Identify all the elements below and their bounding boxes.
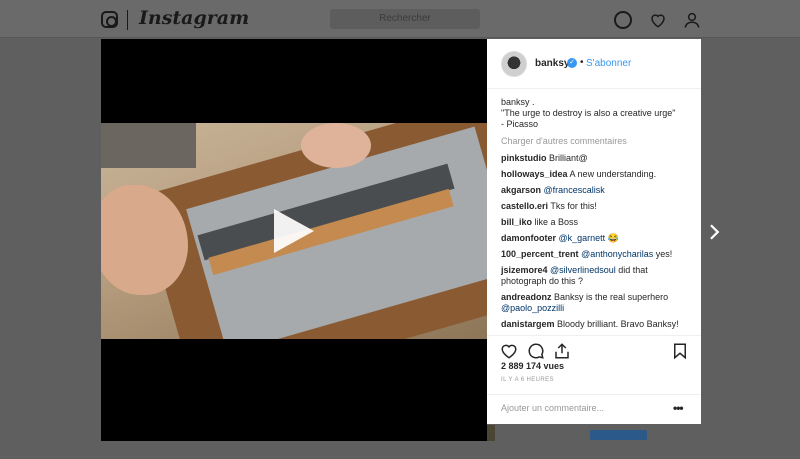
search-input: Rechercher: [330, 9, 480, 29]
avatar[interactable]: [501, 51, 527, 77]
machine: [101, 123, 196, 168]
comment-item: bill_iko like a Boss: [501, 217, 693, 228]
comment-mention[interactable]: @anthonycharilas: [581, 249, 653, 259]
comment-user[interactable]: akgarson: [501, 185, 541, 195]
hand-right: [301, 123, 371, 168]
separator-dot: •: [580, 57, 584, 68]
comment-item: akgarson @francescalisk: [501, 185, 693, 196]
caption-user[interactable]: banksy .: [501, 97, 693, 108]
comment-user[interactable]: jsizemore4: [501, 265, 548, 275]
comment-item: danistargem Bloody brilliant. Bravo Bank…: [501, 319, 693, 330]
heart-icon: [651, 14, 665, 28]
post-caption: banksy . "The urge to destroy is also a …: [501, 97, 693, 130]
follow-button[interactable]: S'abonner: [586, 58, 631, 69]
comment-text: Bloody brilliant. Bravo Banksy!: [557, 319, 679, 329]
add-comment-bar: •••: [487, 394, 701, 424]
header-divider: [127, 10, 128, 30]
share-icon[interactable]: [553, 342, 571, 360]
profile-icon: [684, 12, 700, 28]
post-username[interactable]: banksy: [535, 58, 569, 69]
more-options-icon[interactable]: •••: [673, 401, 684, 415]
comment-user[interactable]: bill_iko: [501, 217, 532, 227]
comment-item: castello.eri Tks for this!: [501, 201, 693, 212]
view-count: 2 889 174 vues: [501, 361, 565, 371]
play-icon[interactable]: [274, 209, 314, 253]
comment-mention[interactable]: @paolo_pozzilli: [501, 303, 564, 313]
comment-text: yes!: [655, 249, 673, 259]
verified-icon: ✓: [567, 58, 577, 68]
comment-item: andreadonz Banksy is the real superhero @…: [501, 292, 693, 314]
comment-text: like a Boss: [534, 217, 579, 227]
comments-list: banksy . "The urge to destroy is also a …: [501, 97, 693, 335]
caption-line-2: - Picasso: [501, 119, 539, 129]
instagram-wordmark: Instagram: [139, 7, 250, 29]
comment-item: 100_percent_trent @anthonycharilas yes!: [501, 249, 693, 260]
post-panel: banksy ✓ • S'abonner banksy . "The urge …: [487, 39, 701, 424]
comment-text: Banksy is the real superhero: [554, 292, 669, 302]
comment-text: Brilliant@: [549, 153, 588, 163]
comment-user[interactable]: castello.eri: [501, 201, 548, 211]
background-button: [590, 430, 647, 440]
post-video[interactable]: [101, 39, 487, 441]
comment-text: Tks for this!: [550, 201, 597, 211]
video-frame[interactable]: [101, 123, 487, 339]
comment-mention[interactable]: @francescalisk: [544, 185, 605, 195]
bookmark-icon[interactable]: [671, 342, 689, 360]
instagram-logo-icon: [101, 11, 118, 28]
comment-mention[interactable]: @k_garnett: [559, 233, 606, 243]
comment-text: 😂: [607, 233, 619, 243]
post-actions: [487, 335, 701, 360]
comment-user[interactable]: andreadonz: [501, 292, 552, 302]
post-timestamp: IL Y A 6 HEURES: [501, 377, 554, 383]
load-more-comments[interactable]: Charger d'autres commentaires: [501, 136, 693, 147]
comment-item: damonfooter @k_garnett 😂: [501, 233, 693, 244]
comment-item: pinkstudio Brilliant@: [501, 153, 693, 164]
compass-icon: [614, 11, 632, 29]
comment-icon[interactable]: [527, 342, 545, 360]
comment-text: A new understanding.: [569, 169, 657, 179]
chevron-right-icon[interactable]: [705, 222, 723, 242]
comment-user[interactable]: damonfooter: [501, 233, 556, 243]
comment-item: jsizemore4 @silverlinedsoul did that pho…: [501, 265, 693, 287]
caption-line-1: "The urge to destroy is also a creative …: [501, 108, 676, 118]
comment-user[interactable]: 100_percent_trent: [501, 249, 579, 259]
comment-user[interactable]: pinkstudio: [501, 153, 547, 163]
post-header: banksy ✓ • S'abonner: [487, 39, 701, 89]
comment-mention[interactable]: @silverlinedsoul: [550, 265, 616, 275]
comment-user[interactable]: danistargem: [501, 319, 555, 329]
add-comment-input[interactable]: [501, 403, 671, 413]
comment-user[interactable]: holloways_idea: [501, 169, 568, 179]
comment-item: holloways_idea A new understanding.: [501, 169, 693, 180]
like-heart-icon[interactable]: [500, 342, 518, 360]
background-header: Instagram Rechercher: [0, 0, 800, 38]
